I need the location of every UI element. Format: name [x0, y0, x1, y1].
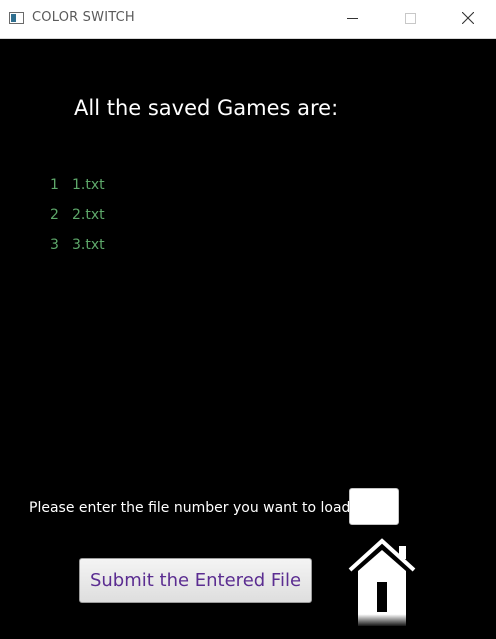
close-icon	[462, 12, 474, 24]
window-title: COLOR SWITCH	[32, 10, 135, 25]
maximize-button[interactable]	[388, 0, 432, 38]
minimize-icon	[347, 18, 358, 19]
file-number: 3	[50, 237, 59, 253]
title-bar: COLOR SWITCH	[0, 0, 496, 39]
file-number-input[interactable]	[349, 488, 399, 525]
list-item[interactable]: 2 2.txt	[50, 207, 105, 237]
maximize-icon	[405, 13, 416, 24]
home-icon[interactable]	[348, 538, 416, 626]
file-number: 1	[50, 177, 59, 193]
list-item[interactable]: 1 1.txt	[50, 177, 105, 207]
saved-games-heading: All the saved Games are:	[74, 96, 339, 120]
saved-games-list: 1 1.txt 2 2.txt 3 3.txt	[50, 177, 105, 267]
file-name: 2.txt	[72, 207, 105, 223]
file-number: 2	[50, 207, 59, 223]
close-button[interactable]	[446, 0, 490, 38]
minimize-button[interactable]	[330, 0, 374, 38]
file-number-prompt: Please enter the file number you want to…	[29, 500, 351, 516]
list-item[interactable]: 3 3.txt	[50, 237, 105, 267]
file-name: 1.txt	[72, 177, 105, 193]
app-window-icon	[9, 12, 24, 24]
submit-file-button[interactable]: Submit the Entered File	[79, 558, 312, 603]
file-name: 3.txt	[72, 237, 105, 253]
